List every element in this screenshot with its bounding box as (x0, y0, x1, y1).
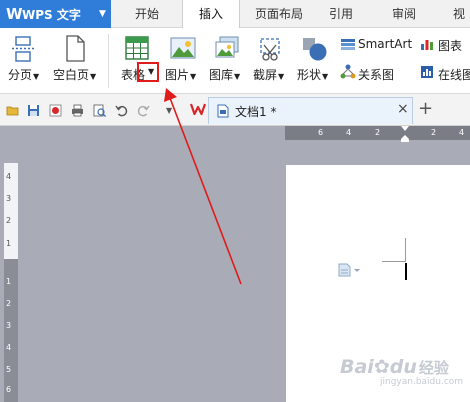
indent-marker-icon[interactable] (401, 126, 409, 142)
ruler-tick: 4 (346, 128, 352, 137)
document-tab[interactable]: 文档1 * × (208, 97, 413, 124)
online-chart-button[interactable]: 在线图 (438, 66, 470, 83)
ruler-tick: 2 (375, 128, 381, 137)
ruler-tick: 2 (431, 128, 437, 137)
ruler-tick: 1 (6, 277, 12, 286)
gallery-label: 图库 (209, 68, 234, 82)
watermark-brand: Bai (340, 356, 374, 378)
picture-icon (170, 37, 196, 59)
vertical-ruler[interactable]: 4 3 2 1 1 2 3 4 5 6 (4, 163, 18, 402)
watermark-logo: Bai✿du 经验 (340, 356, 449, 378)
horizontal-ruler[interactable]: 6 4 2 2 4 (285, 126, 470, 142)
tab-page-layout[interactable]: 页面布局 (248, 0, 310, 28)
wps-logo-icon: W (6, 5, 23, 23)
save-icon[interactable] (27, 104, 40, 117)
print-preview-icon[interactable] (93, 104, 106, 117)
ribbon-separator (108, 34, 109, 88)
ruler-tick: 4 (6, 172, 12, 181)
dropdown-arrow-icon: ▼ (148, 67, 155, 76)
dropdown-arrow-icon: ▼ (90, 72, 97, 81)
tab-review[interactable]: 审阅 (380, 0, 428, 28)
app-name: WPS 文字 (22, 8, 81, 22)
chevron-down-icon: ▼ (99, 9, 106, 19)
blank-page-icon (64, 35, 86, 63)
picture-label: 图片 (165, 68, 190, 82)
redo-icon[interactable] (137, 104, 150, 117)
watermark-suffix: 经验 (418, 359, 449, 377)
gallery-icon (214, 36, 240, 60)
document-icon (217, 104, 229, 118)
customize-toolbar-icon[interactable]: ▼ (166, 106, 172, 115)
ruler-tick: 4 (6, 343, 12, 352)
new-tab-button[interactable]: + (418, 98, 433, 119)
tab-insert[interactable]: 插入 (182, 0, 240, 29)
dropdown-arrow-icon: ▼ (190, 72, 197, 81)
ruler-tick: 1 (6, 239, 12, 248)
watermark-paw-text: du (389, 356, 417, 378)
close-tab-icon[interactable]: × (397, 101, 409, 117)
chart-button[interactable]: 图表 (438, 37, 462, 54)
document-tab-title: 文档1 * (235, 105, 277, 119)
picture-button[interactable]: 图片▼ (165, 66, 196, 83)
tab-references[interactable]: 引用 (318, 0, 364, 28)
blank-page-button[interactable]: 空白页▼ (53, 66, 96, 83)
shapes-label: 形状 (297, 68, 322, 82)
page-break-button[interactable]: 分页▼ (8, 66, 39, 83)
open-folder-icon[interactable] (6, 104, 19, 117)
ruler-tick: 5 (6, 365, 12, 374)
ruler-tick: 3 (6, 321, 12, 330)
tab-view[interactable]: 视 (448, 0, 470, 28)
paragraph-layout-icon[interactable] (338, 263, 362, 277)
export-pdf-icon[interactable] (49, 104, 62, 117)
screenshot-icon (258, 36, 284, 62)
dropdown-arrow-icon: ▼ (278, 72, 285, 81)
watermark-url: jingyan.baidu.com (380, 377, 464, 387)
dropdown-arrow-icon: ▼ (33, 72, 40, 81)
page-break-icon (12, 36, 38, 62)
shapes-button[interactable]: 形状▼ (297, 66, 328, 83)
table-dropdown-button[interactable]: ▼ (137, 62, 159, 82)
gallery-button[interactable]: 图库▼ (209, 66, 240, 83)
page-break-label: 分页 (8, 68, 33, 82)
screenshot-button[interactable]: 截屏▼ (253, 66, 284, 83)
ruler-tick: 6 (318, 128, 324, 137)
text-cursor (405, 263, 407, 280)
ruler-tick: 2 (6, 299, 12, 308)
chart-icon (420, 37, 434, 51)
screenshot-label: 截屏 (253, 68, 278, 82)
dropdown-arrow-icon: ▼ (234, 72, 241, 81)
print-icon[interactable] (71, 104, 84, 117)
margin-corner-mark (382, 238, 406, 262)
blank-page-label: 空白页 (53, 68, 90, 82)
ruler-tick: 2 (6, 216, 12, 225)
tab-home[interactable]: 开始 (122, 0, 172, 28)
table-icon (125, 36, 149, 60)
ruler-tick: 3 (6, 194, 12, 203)
smartart-icon (340, 38, 356, 51)
app-menu-button[interactable]: W WPS 文字 ▼ (0, 0, 111, 28)
smartart-button[interactable]: SmartArt (358, 37, 412, 51)
ruler-tick: 4 (459, 128, 465, 137)
paw-icon: ✿ (373, 356, 390, 378)
undo-icon[interactable] (115, 104, 128, 117)
relation-chart-icon (340, 64, 356, 80)
shapes-icon (302, 36, 328, 62)
dropdown-arrow-icon: ▼ (322, 72, 329, 81)
online-chart-icon (420, 65, 434, 79)
ruler-tick: 6 (6, 385, 12, 394)
relation-chart-button[interactable]: 关系图 (358, 66, 394, 83)
wps-red-logo-icon[interactable] (189, 101, 207, 117)
